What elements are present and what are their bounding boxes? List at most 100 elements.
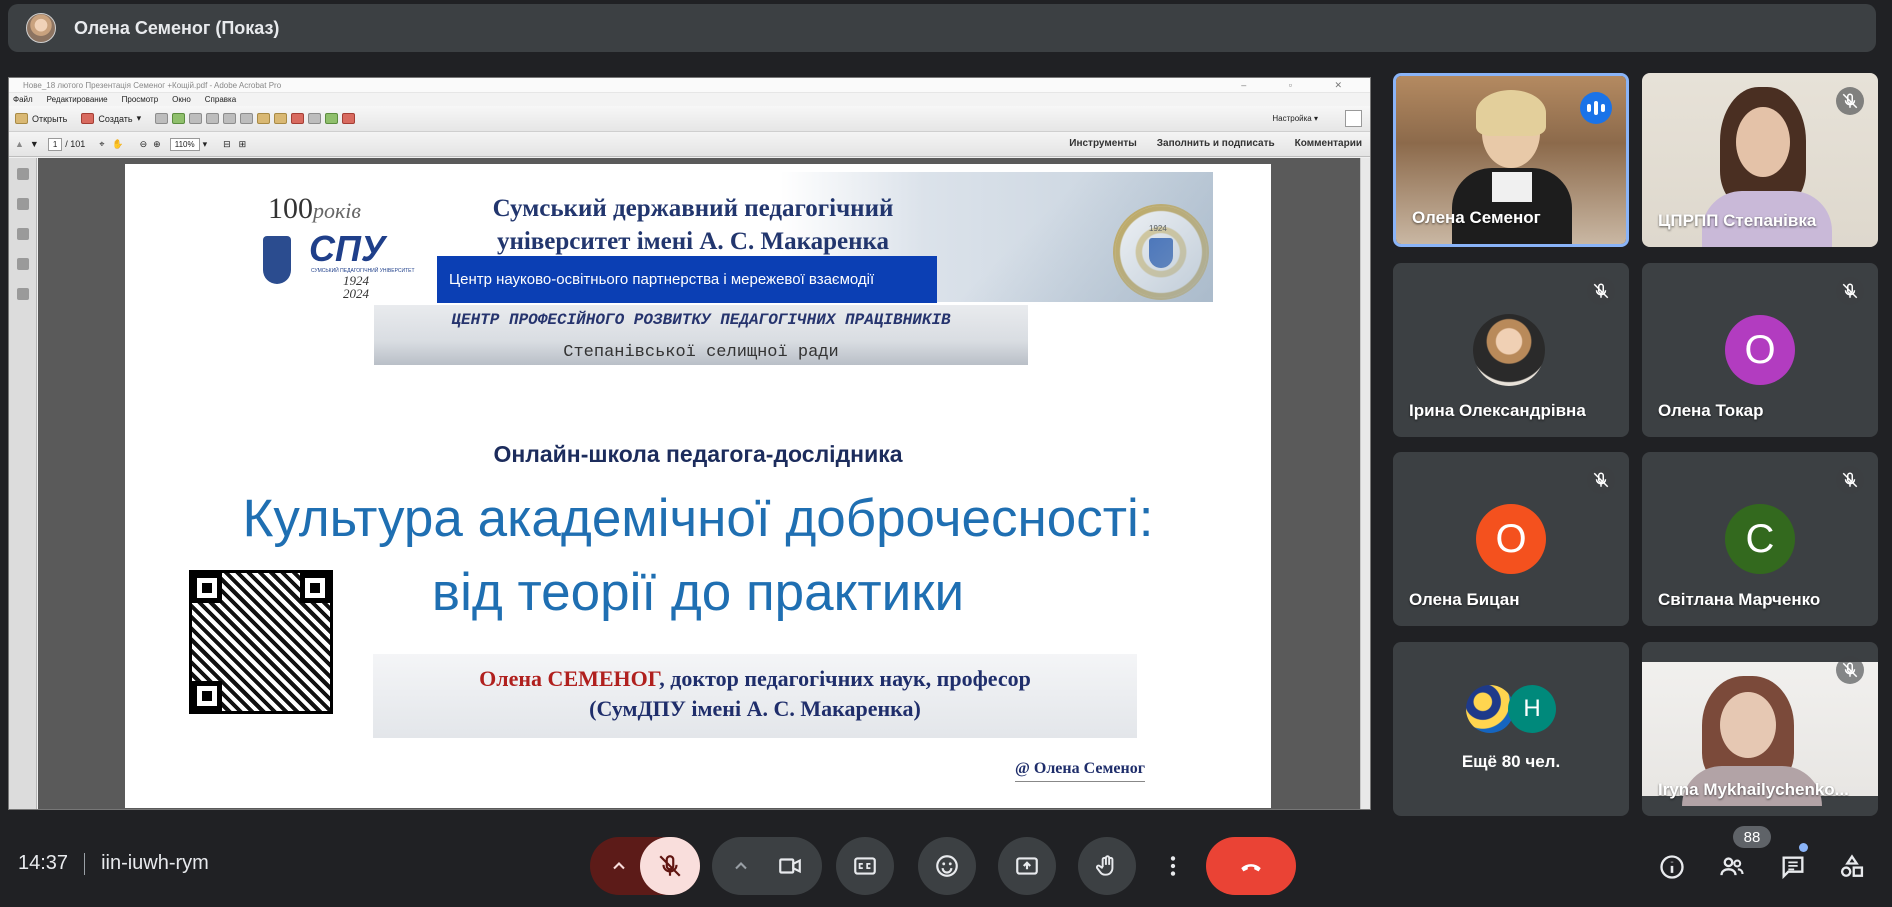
university-name: Сумський державний педагогічний універси… — [492, 195, 894, 255]
author-degree: , доктор педагогічних наук, професор — [659, 666, 1031, 691]
raise-hand-button[interactable] — [1078, 837, 1136, 895]
audio-options-button[interactable] — [596, 837, 642, 895]
expand-icon — [1345, 110, 1362, 127]
create-pdf-icon — [81, 113, 95, 124]
slide-title-line-1: Культура академічної доброчесності: — [242, 489, 1154, 548]
leave-call-button[interactable] — [1206, 837, 1296, 895]
menu-window: Окно — [172, 95, 191, 104]
more-options-button[interactable] — [1158, 837, 1188, 895]
presenter-title: Олена Семеног (Показ) — [74, 17, 280, 38]
compare-icon — [308, 113, 322, 124]
next-page-icon: ▼ — [29, 139, 39, 149]
partnership-banner: Центр науково-освітнього партнерства і м… — [437, 256, 937, 303]
chat-button[interactable] — [1777, 851, 1809, 883]
acrobat-menu-bar: Файл Редактирование Просмотр Окно Справк… — [9, 93, 1370, 106]
open-label: Открыть — [32, 113, 68, 124]
fill-sign-link: Заполнить и подписать — [1156, 138, 1275, 149]
people-button[interactable] — [1716, 851, 1748, 883]
participant-name: Ірина Олександрівна — [1409, 401, 1586, 420]
slide-copyright: @ Олена Семеног — [1015, 760, 1145, 782]
mic-muted-icon — [1836, 466, 1864, 494]
toolbar-icons — [155, 113, 356, 124]
end-call-icon — [1241, 864, 1261, 872]
zoom-out-icon: ⊖ — [139, 138, 148, 149]
shapes-icon — [1840, 854, 1864, 877]
mic-muted-icon — [1836, 277, 1864, 305]
captions-icon — [854, 857, 876, 875]
divider — [84, 852, 86, 875]
acrobat-window-title: Нове_18 лютого Презентація Семеног +Кощі… — [23, 81, 282, 90]
tools-link: Инструменты — [1069, 138, 1137, 149]
fit-page-icon: ⊟ — [223, 138, 231, 149]
comments-link: Комментарии — [1294, 138, 1362, 149]
years-number: 100 — [268, 192, 313, 225]
seal-year: 1924 — [1149, 224, 1167, 233]
participant-name: Олена Токар — [1658, 401, 1764, 420]
chevron-up-icon — [613, 862, 625, 870]
participant-tile-olena-tokar[interactable]: О Олена Токар — [1642, 263, 1878, 437]
export-icon — [325, 113, 339, 124]
centre-line-2: Степанівської селищної ради — [563, 343, 839, 362]
participant-avatar — [1466, 685, 1514, 733]
more-participants-tile[interactable]: Н Ещё 80 чел. — [1393, 642, 1629, 816]
spu-logo-text: СПУ — [309, 228, 386, 269]
qr-finder — [192, 681, 222, 711]
people-icon — [1720, 857, 1744, 876]
captions-button[interactable] — [836, 837, 894, 895]
zoom-in-icon: ⊕ — [153, 138, 161, 149]
mic-toggle-button[interactable] — [640, 837, 700, 895]
chevron-up-icon — [735, 862, 747, 870]
participant-name: ЦПРПП Степанівка — [1658, 211, 1817, 230]
more-vert-icon — [1170, 856, 1176, 876]
participant-tile-olena-semenog[interactable]: Олена Семеног — [1393, 73, 1629, 247]
participant-tile-iryna-oleksandrivna[interactable]: Ірина Олександрівна — [1393, 263, 1629, 437]
years-word: років — [313, 198, 361, 223]
stamp-icon — [291, 113, 305, 124]
participant-tile-olena-bytsan[interactable]: О Олена Бицан — [1393, 452, 1629, 626]
attachment-icon — [16, 228, 29, 240]
qr-finder — [192, 573, 222, 603]
create-button: Создать ▾ — [81, 113, 141, 124]
reactions-button[interactable] — [918, 837, 976, 895]
hand-icon — [1095, 855, 1114, 876]
hand-tool-icon: ✋ — [112, 138, 124, 149]
gear-icon — [240, 113, 254, 124]
open-button: Открыть — [15, 113, 67, 124]
highlight-icon — [274, 113, 288, 124]
participant-tile-svitlana-marchenko[interactable]: С Світлана Марченко — [1642, 452, 1878, 626]
years-range: 1924 2024 — [343, 273, 369, 301]
camera-toggle-button[interactable] — [762, 837, 818, 895]
presenter-bar: Олена Семеног (Показ) — [8, 4, 1876, 52]
folder-icon — [15, 113, 28, 124]
qr-code — [189, 570, 333, 714]
meeting-details-button[interactable] — [1656, 851, 1688, 883]
settings-label: Настройка — [1272, 114, 1312, 123]
mic-muted-icon — [1587, 466, 1615, 494]
participant-tile-cprpp[interactable]: ЦПРПП Степанівка — [1642, 73, 1878, 247]
page-total: / 101 — [65, 139, 86, 149]
comment-icon — [257, 113, 271, 124]
qr-finder — [300, 573, 330, 603]
edit-icon — [206, 113, 220, 124]
centre-banner: ЦЕНТР ПРОФЕСІЙНОГО РОЗВИТКУ ПЕДАГОГІЧНИХ… — [374, 305, 1028, 365]
activities-button[interactable] — [1836, 851, 1868, 883]
participant-tile-iryna-mykhailychenko[interactable]: Iryna Mykhailychenko... — [1642, 642, 1878, 816]
author-line-1: Олена СЕМЕНОГ, доктор педагогічних наук,… — [373, 664, 1137, 694]
video-options-button[interactable] — [718, 837, 764, 895]
upload-icon — [172, 113, 186, 124]
participant-name: Світлана Марченко — [1658, 590, 1821, 609]
acrobat-panel-links: Инструменты Заполнить и подписать Коммен… — [1069, 138, 1362, 149]
trident-icon — [1149, 238, 1173, 268]
emoji-icon — [936, 855, 958, 877]
acrobat-title-bar: Нове_18 лютого Презентація Семеног +Кощі… — [9, 78, 1370, 93]
settings-dropdown: Настройка ▾ — [1272, 114, 1318, 123]
acrobat-nav-toolbar: ▲ ▼ 1 / 101 ⌖ ✋ ⊖ ⊕ 110% ▾ ⊟ ⊞ Инструмент… — [9, 132, 1370, 157]
present-screen-button[interactable] — [998, 837, 1056, 895]
menu-help: Справка — [204, 95, 237, 104]
document-scrollbar — [1360, 158, 1370, 809]
audio-control-group — [590, 837, 700, 895]
camera-icon — [779, 858, 801, 874]
chat-icon — [1782, 856, 1804, 880]
participant-name: Iryna Mykhailychenko... — [1658, 780, 1849, 799]
pages-icon — [16, 168, 29, 180]
